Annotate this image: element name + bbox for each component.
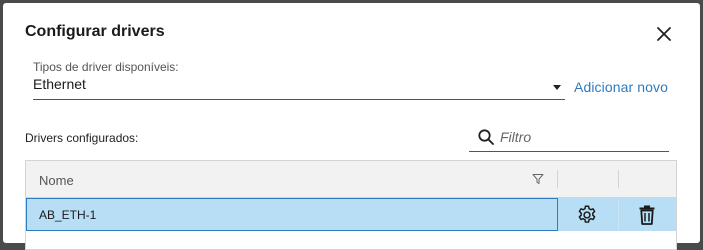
- drivers-table: Nome AB_ETH-1: [25, 160, 677, 250]
- column-separator: [557, 170, 558, 188]
- close-button[interactable]: [655, 25, 673, 43]
- dialog-title: Configurar drivers: [25, 23, 165, 40]
- search-field: [469, 124, 669, 152]
- configure-drivers-dialog: Configurar drivers Tipos de driver dispo…: [3, 3, 700, 250]
- filter-input[interactable]: [500, 127, 660, 147]
- column-separator: [618, 170, 619, 188]
- driver-type-value: Ethernet: [33, 76, 86, 92]
- driver-name: AB_ETH-1: [39, 208, 97, 222]
- column-header-name: Nome: [39, 173, 74, 188]
- trash-icon: [639, 205, 655, 225]
- configure-driver-button[interactable]: [576, 204, 598, 226]
- driver-type-label: Tipos de driver disponíveis:: [33, 60, 179, 74]
- driver-type-select[interactable]: Tipos de driver disponíveis: Ethernet: [33, 59, 565, 100]
- delete-driver-button[interactable]: [637, 204, 657, 226]
- table-row[interactable]: AB_ETH-1: [26, 198, 676, 231]
- add-new-link[interactable]: Adicionar novo: [574, 79, 668, 95]
- table-header: Nome: [26, 161, 676, 198]
- cell-separator: [618, 198, 619, 231]
- configured-drivers-label: Drivers configurados:: [25, 131, 139, 145]
- caret-down-icon: [553, 85, 561, 90]
- name-cell[interactable]: AB_ETH-1: [26, 198, 558, 231]
- gear-icon: [578, 205, 596, 223]
- filter-icon[interactable]: [532, 173, 544, 185]
- close-icon: [657, 27, 671, 41]
- search-icon: [478, 129, 494, 145]
